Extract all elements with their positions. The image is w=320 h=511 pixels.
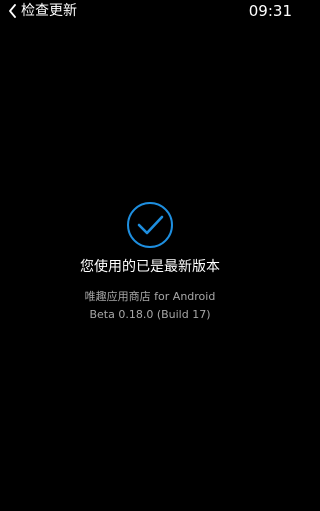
up-to-date-message: 您使用的已是最新版本	[80, 259, 220, 275]
version-label: Beta 0.18.0 (Build 17)	[89, 308, 211, 321]
chevron-left-icon	[6, 3, 18, 19]
app-name: 唯趣应用商店 for Android	[84, 290, 216, 303]
clock: 09:31	[248, 2, 292, 20]
check-circle-icon	[125, 200, 175, 250]
back-button[interactable]: 检查更新	[6, 0, 77, 22]
update-status-panel: 您使用的已是最新版本 唯趣应用商店 for Android Beta 0.18.…	[0, 200, 300, 322]
top-bar: 检查更新 09:31	[0, 0, 300, 22]
page-title: 检查更新	[21, 3, 77, 19]
